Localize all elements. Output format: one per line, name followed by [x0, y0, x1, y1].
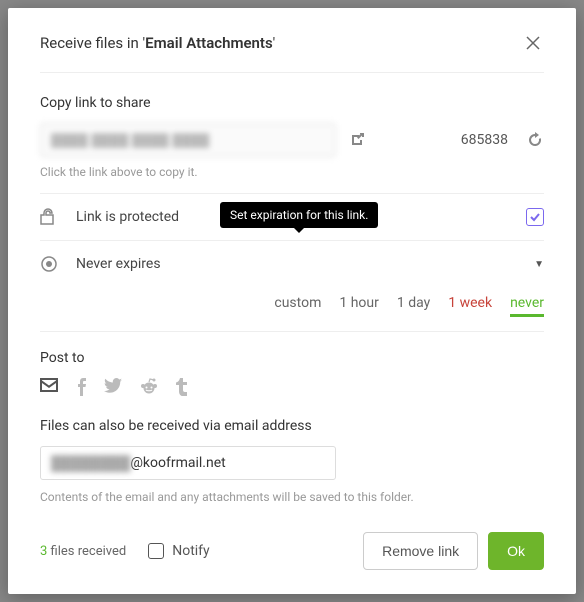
social-row [40, 378, 544, 396]
exp-week[interactable]: 1 week [448, 295, 492, 317]
folder-name: Email Attachments [145, 34, 273, 52]
share-facebook-button[interactable] [76, 378, 86, 396]
exp-hour[interactable]: 1 hour [339, 295, 379, 317]
close-icon [526, 36, 540, 50]
refresh-button[interactable] [526, 131, 544, 149]
expiration-options: custom 1 hour 1 day 1 week never [40, 287, 544, 332]
share-email-button[interactable] [40, 378, 58, 396]
title-suffix: ' [273, 34, 276, 52]
email-domain: @koofrmail.net [130, 455, 225, 471]
copy-link-section: Copy link to share 685838 Click the link… [40, 95, 544, 179]
title-prefix: Receive files in ' [40, 34, 145, 52]
notify-toggle[interactable]: Notify [148, 543, 209, 559]
protected-row[interactable]: Link is protected Set expiration for thi… [40, 193, 544, 240]
exp-custom[interactable]: custom [274, 295, 321, 317]
chevron-down-icon: ▼ [534, 259, 544, 270]
post-label: Post to [40, 350, 544, 366]
refresh-icon [526, 131, 544, 149]
check-icon [529, 211, 541, 223]
email-hint: Contents of the email and any attachment… [40, 490, 544, 504]
copy-link-label: Copy link to share [40, 95, 544, 111]
notify-label: Notify [172, 543, 209, 559]
share-tumblr-button[interactable] [176, 378, 187, 396]
ok-button[interactable]: Ok [488, 532, 544, 570]
modal-title: Receive files in 'Email Attachments' [40, 34, 275, 52]
reddit-icon [140, 378, 158, 394]
modal-footer: 3 files received Notify Remove link Ok [40, 516, 544, 570]
post-section: Post to [40, 350, 544, 396]
facebook-icon [76, 378, 86, 396]
target-icon [40, 255, 58, 273]
files-received: 3 files received [40, 544, 126, 559]
link-count: 685838 [461, 132, 508, 148]
share-modal: Receive files in 'Email Attachments' Cop… [8, 8, 576, 594]
email-label: Files can also be received via email add… [40, 418, 544, 434]
modal-header: Receive files in 'Email Attachments' [40, 32, 544, 73]
open-link-button[interactable] [348, 131, 366, 149]
link-row: 685838 [40, 123, 544, 157]
twitter-icon [104, 378, 122, 393]
remove-link-button[interactable]: Remove link [363, 532, 478, 570]
email-address-field[interactable]: ████████@koofrmail.net [40, 446, 336, 480]
mail-icon [40, 378, 58, 392]
close-button[interactable] [522, 32, 544, 54]
lock-icon [40, 208, 58, 226]
copy-hint: Click the link above to copy it. [40, 165, 544, 179]
exp-never[interactable]: never [510, 295, 544, 317]
received-text: files received [47, 544, 126, 559]
email-section: Files can also be received via email add… [40, 418, 544, 504]
link-input[interactable] [40, 123, 336, 157]
expires-label: Never expires [76, 256, 534, 272]
protected-checkbox[interactable] [526, 208, 544, 226]
exp-day[interactable]: 1 day [397, 295, 430, 317]
tumblr-icon [176, 378, 187, 396]
expiration-tooltip: Set expiration for this link. [220, 202, 378, 228]
expires-row[interactable]: Never expires ▼ [40, 240, 544, 287]
email-user: ████████ [51, 455, 130, 472]
share-twitter-button[interactable] [104, 378, 122, 396]
external-link-icon [348, 131, 366, 149]
share-reddit-button[interactable] [140, 378, 158, 396]
notify-checkbox [148, 543, 164, 559]
